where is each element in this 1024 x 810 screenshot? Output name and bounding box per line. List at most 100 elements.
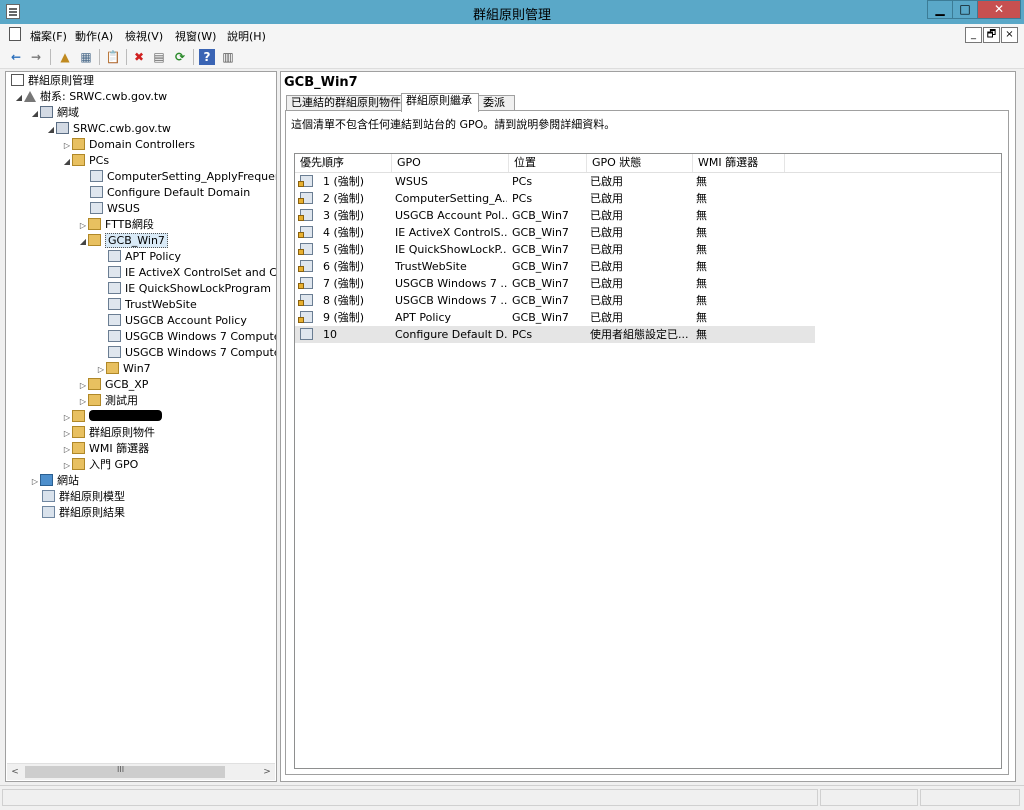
table-row[interactable]: 2 (強制) ComputerSetting_A... PCs 已啟用 無 xyxy=(295,190,815,207)
tree-node-redacted[interactable]: ▷ xyxy=(62,409,162,425)
help-icon[interactable]: ? xyxy=(199,49,215,65)
tree-node-gpo-link[interactable]: IE QuickShowLockProgram xyxy=(108,281,271,297)
tree-node-gpo-link[interactable]: USGCB Account Policy xyxy=(108,313,247,329)
table-row[interactable]: 4 (強制) IE ActiveX ControlS... GCB_Win7 已啟用 無 xyxy=(295,224,815,241)
forward-icon[interactable]: → xyxy=(28,49,44,65)
tree-node-root[interactable]: 群組原則管理 xyxy=(11,73,94,89)
menu-window[interactable]: 視窗(W) xyxy=(175,28,216,44)
gpo-link-icon xyxy=(90,170,103,182)
mdi-restore-button[interactable]: 🗗 xyxy=(983,27,1000,43)
tree-node-gpo-link[interactable]: IE ActiveX ControlSet and Coo xyxy=(108,265,276,281)
title-bar[interactable]: 群組原則管理 ▁ □ ✕ xyxy=(0,0,1024,24)
tree-node-domains[interactable]: ◢ 網域 xyxy=(30,105,79,121)
tree-node-gpo-link[interactable]: WSUS xyxy=(90,201,140,217)
expander-icon[interactable]: ▷ xyxy=(78,218,88,234)
expander-icon[interactable]: ▷ xyxy=(62,410,72,426)
tree-node-gpo-objects[interactable]: ▷ 群組原則物件 xyxy=(62,425,155,441)
expander-icon[interactable]: ▷ xyxy=(78,378,88,394)
tree-node-gpo-link[interactable]: APT Policy xyxy=(108,249,181,265)
enforced-gpo-icon xyxy=(298,209,313,221)
cell-wmi: 無 xyxy=(696,209,707,222)
cell-wmi: 無 xyxy=(696,277,707,290)
tree-node-gpo-link[interactable]: USGCB Windows 7 Computer xyxy=(108,345,276,361)
table-row[interactable]: 9 (強制) APT Policy GCB_Win7 已啟用 無 xyxy=(295,309,815,326)
tree-node-sites[interactable]: ▷ 網站 xyxy=(30,473,79,489)
cell-status: 已啟用 xyxy=(590,175,623,188)
tree-node-wmi-filters[interactable]: ▷ WMI 篩選器 xyxy=(62,441,149,457)
scroll-right-icon[interactable]: > xyxy=(259,765,275,779)
tree-node-gpo-link[interactable]: Configure Default Domain xyxy=(90,185,250,201)
column-header-gpo[interactable]: GPO xyxy=(392,154,509,172)
show-action-pane-icon[interactable]: ▥ xyxy=(220,49,236,65)
expander-icon[interactable]: ◢ xyxy=(78,234,88,250)
table-row[interactable]: 1 (強制) WSUS PCs 已啟用 無 xyxy=(295,173,815,190)
tree-node-gcb-xp[interactable]: ▷ GCB_XP xyxy=(78,377,148,393)
menu-help[interactable]: 說明(H) xyxy=(227,28,266,44)
table-row[interactable]: 3 (強制) USGCB Account Pol... GCB_Win7 已啟用 無 xyxy=(295,207,815,224)
tree-node-test[interactable]: ▷ 測試用 xyxy=(78,393,138,409)
wmi-filter-icon xyxy=(72,442,85,454)
close-button[interactable]: ✕ xyxy=(977,0,1021,19)
tree-node-pcs[interactable]: ◢ PCs xyxy=(62,153,109,169)
expander-icon[interactable]: ▷ xyxy=(96,362,106,378)
tree-node-gpo-link[interactable]: USGCB Windows 7 Computer xyxy=(108,329,276,345)
column-header-order[interactable]: 優先順序 xyxy=(295,154,392,172)
copy-icon[interactable]: 📋 xyxy=(105,49,121,65)
tab-delegation[interactable]: 委派 xyxy=(478,95,515,111)
mdi-close-button[interactable]: × xyxy=(1001,27,1018,43)
tree-node-modeling[interactable]: 群組原則模型 xyxy=(42,489,125,505)
expander-icon[interactable]: ▷ xyxy=(62,442,72,458)
console-tree[interactable]: 群組原則管理 ◢ 樹系: SRWC.cwb.gov.tw ◢ 網域 ◢ SRWC.cw… xyxy=(5,71,277,782)
tree-node-results[interactable]: 群組原則結果 xyxy=(42,505,125,521)
tree-horizontal-scrollbar[interactable]: < III > xyxy=(7,763,275,780)
refresh-icon[interactable]: ⟳ xyxy=(172,49,188,65)
table-row[interactable]: 10 Configure Default D... PCs 使用者組態設定已... 無 xyxy=(295,326,815,343)
table-row[interactable]: 8 (強制) USGCB Windows 7 ... GCB_Win7 已啟用 無 xyxy=(295,292,815,309)
inheritance-list[interactable]: 優先順序 GPO 位置 GPO 狀態 WMI 篩選器 1 (強制) WSUS PCs… xyxy=(294,153,1002,769)
show-hide-tree-icon[interactable]: ▦ xyxy=(78,49,94,65)
menu-view[interactable]: 檢視(V) xyxy=(125,28,163,44)
mdi-minimize-button[interactable]: _ xyxy=(965,27,982,43)
tree-node-domain[interactable]: ◢ SRWC.cwb.gov.tw xyxy=(46,121,171,137)
expander-icon[interactable]: ▷ xyxy=(62,426,72,442)
delete-icon[interactable]: ✖ xyxy=(131,49,147,65)
menu-action[interactable]: 動作(A) xyxy=(75,28,113,44)
column-header-location[interactable]: 位置 xyxy=(509,154,587,172)
expander-icon[interactable]: ▷ xyxy=(62,138,72,154)
up-folder-icon[interactable]: ▲ xyxy=(57,49,73,65)
tree-node-fttb[interactable]: ▷ FTTB網段 xyxy=(78,217,154,233)
cell-wmi: 無 xyxy=(696,192,707,205)
cell-wmi: 無 xyxy=(696,175,707,188)
table-row[interactable]: 7 (強制) USGCB Windows 7 ... GCB_Win7 已啟用 無 xyxy=(295,275,815,292)
scroll-thumb[interactable] xyxy=(25,766,225,778)
expander-icon[interactable]: ◢ xyxy=(30,106,40,122)
expander-icon[interactable]: ◢ xyxy=(62,154,72,170)
properties-icon[interactable]: ▤ xyxy=(151,49,167,65)
maximize-button[interactable]: □ xyxy=(952,0,978,19)
expander-icon[interactable]: ◢ xyxy=(46,122,56,138)
back-icon[interactable]: ← xyxy=(8,49,24,65)
tree-node-gpo-link[interactable]: ComputerSetting_ApplyFrequenc xyxy=(90,169,276,185)
tree-node-gcb-win7[interactable]: ◢ GCB_Win7 xyxy=(78,233,168,249)
expander-icon[interactable]: ▷ xyxy=(30,474,40,490)
tab-gpo-inheritance[interactable]: 群組原則繼承 xyxy=(401,93,479,112)
tree-node-domain-controllers[interactable]: ▷ Domain Controllers xyxy=(62,137,195,153)
menu-file[interactable]: 檔案(F) xyxy=(30,28,67,44)
expander-icon[interactable]: ▷ xyxy=(62,458,72,474)
tree-node-win7[interactable]: ▷ Win7 xyxy=(96,361,151,377)
cell-location: GCB_Win7 xyxy=(512,277,569,290)
ou-folder-icon xyxy=(88,234,101,246)
expander-icon[interactable]: ◢ xyxy=(14,90,24,106)
expander-icon[interactable]: ▷ xyxy=(78,394,88,410)
table-row[interactable]: 5 (強制) IE QuickShowLockP... GCB_Win7 已啟用 無 xyxy=(295,241,815,258)
tab-linked-gpos[interactable]: 已連結的群組原則物件 xyxy=(286,95,402,111)
tree-node-gpo-link[interactable]: TrustWebSite xyxy=(108,297,197,313)
column-header-status[interactable]: GPO 狀態 xyxy=(587,154,693,172)
minimize-button[interactable]: ▁ xyxy=(927,0,953,19)
scroll-left-icon[interactable]: < xyxy=(7,765,23,779)
document-icon[interactable] xyxy=(9,27,21,41)
table-row[interactable]: 6 (強制) TrustWebSite GCB_Win7 已啟用 無 xyxy=(295,258,815,275)
tree-node-starter-gpo[interactable]: ▷ 入門 GPO xyxy=(62,457,138,473)
tree-node-forest[interactable]: ◢ 樹系: SRWC.cwb.gov.tw xyxy=(14,89,167,105)
column-header-wmi[interactable]: WMI 篩選器 xyxy=(693,154,785,172)
